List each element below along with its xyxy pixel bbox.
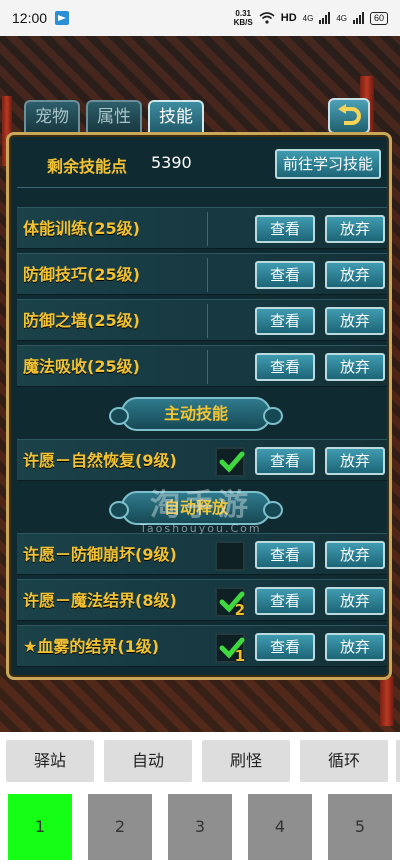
skill-checkbox[interactable]	[215, 541, 245, 571]
tab-attributes[interactable]: 属性	[86, 100, 142, 134]
abandon-button[interactable]: 放弃	[325, 447, 385, 475]
bottom-controls: 驿站 自动 刷怪 循环 1 2 3 4 5	[0, 732, 400, 866]
abandon-button[interactable]: 放弃	[325, 633, 385, 661]
view-button[interactable]: 查看	[255, 353, 315, 381]
skill-checkbox[interactable]: 1	[215, 633, 245, 665]
status-bar: 12:00 0.31 KB/S HD 4G 4G 60	[0, 0, 400, 36]
divider	[207, 304, 208, 338]
abandon-button[interactable]: 放弃	[325, 261, 385, 289]
skill-name: 许愿－魔法结界(8级)	[23, 591, 177, 610]
active-skills-banner: 主动技能	[109, 397, 283, 431]
skill-name: 许愿－防御崩坏(9级)	[23, 545, 177, 564]
loop-button[interactable]: 循环	[300, 740, 388, 782]
abandon-button[interactable]: 放弃	[325, 215, 385, 243]
slot-3[interactable]: 3	[168, 794, 232, 860]
pillar-decoration	[380, 676, 394, 726]
more-button-partial[interactable]	[396, 740, 400, 782]
skill-row: 体能训练(25级) 查看 放弃	[17, 207, 387, 249]
slot-1[interactable]: 1	[8, 794, 72, 860]
skill-points-row: 剩余技能点 5390 前往学习技能	[17, 141, 387, 185]
skill-row: 魔法吸收(25级) 查看 放弃	[17, 345, 387, 387]
slot-4[interactable]: 4	[248, 794, 312, 860]
view-button[interactable]: 查看	[255, 261, 315, 289]
view-button[interactable]: 查看	[255, 447, 315, 475]
slot-5[interactable]: 5	[328, 794, 392, 860]
skill-name: ★血雾的结界(1级)	[23, 637, 160, 656]
signal-4g-label-2: 4G	[336, 13, 347, 23]
back-button[interactable]	[328, 98, 370, 134]
skill-checkbox[interactable]	[215, 447, 245, 477]
station-button[interactable]: 驿站	[6, 740, 94, 782]
view-button[interactable]: 查看	[255, 307, 315, 335]
learn-skills-button[interactable]: 前往学习技能	[275, 149, 381, 179]
skill-name: 许愿－自然恢复(9级)	[23, 451, 177, 470]
auto-button[interactable]: 自动	[104, 740, 192, 782]
skill-row: 许愿－魔法结界(8级) 2 查看 放弃	[17, 579, 387, 621]
farm-monsters-button[interactable]: 刷怪	[202, 740, 290, 782]
view-button[interactable]: 查看	[255, 541, 315, 569]
clock: 12:00	[12, 10, 48, 26]
status-icons: 0.31 KB/S HD 4G 4G 60	[234, 9, 388, 27]
skill-checkbox[interactable]: 2	[215, 587, 245, 619]
skill-row: ★血雾的结界(1级) 1 查看 放弃	[17, 625, 387, 667]
view-button[interactable]: 查看	[255, 215, 315, 243]
tab-pet[interactable]: 宠物	[24, 100, 80, 134]
divider	[207, 258, 208, 292]
watermark-url: Taoshouyou.Com	[140, 522, 262, 535]
signal-icon	[319, 12, 331, 24]
abandon-button[interactable]: 放弃	[325, 541, 385, 569]
priority-badge: 2	[234, 601, 245, 619]
watermark-logo: 淘手游	[150, 488, 252, 523]
divider	[207, 212, 208, 246]
skill-row: 防御之墙(25级) 查看 放弃	[17, 299, 387, 341]
checkmark-icon	[219, 451, 245, 473]
return-arrow-icon	[338, 104, 361, 125]
skill-name: 防御技巧(25级)	[23, 265, 140, 284]
priority-badge: 1	[234, 647, 245, 665]
abandon-button[interactable]: 放弃	[325, 353, 385, 381]
skill-row: 许愿－自然恢复(9级) 查看 放弃	[17, 439, 387, 481]
skill-name: 魔法吸收(25级)	[23, 357, 140, 376]
hd-label: HD	[280, 12, 297, 24]
slot-2[interactable]: 2	[88, 794, 152, 860]
skill-name: 体能训练(25级)	[23, 219, 140, 238]
skill-row: 许愿－防御崩坏(9级) 查看 放弃	[17, 533, 387, 575]
telegram-icon	[55, 11, 70, 25]
skills-panel: 剩余技能点 5390 前往学习技能 体能训练(25级) 查看 放弃 防御技巧(2…	[6, 132, 392, 680]
view-button[interactable]: 查看	[255, 587, 315, 615]
abandon-button[interactable]: 放弃	[325, 307, 385, 335]
view-button[interactable]: 查看	[255, 633, 315, 661]
divider	[207, 350, 208, 384]
battery-icon: 60	[369, 11, 388, 25]
divider	[17, 187, 387, 188]
skill-name: 防御之墙(25级)	[23, 311, 140, 330]
net-speed: 0.31 KB/S	[233, 9, 253, 27]
skill-points-label: 剩余技能点	[47, 157, 128, 176]
skill-points-value: 5390	[151, 153, 192, 172]
wifi-icon	[259, 12, 275, 24]
signal-icon-2	[352, 12, 364, 24]
signal-4g-label: 4G	[302, 13, 314, 23]
skill-row: 防御技巧(25级) 查看 放弃	[17, 253, 387, 295]
tab-skills[interactable]: 技能	[148, 100, 204, 134]
abandon-button[interactable]: 放弃	[325, 587, 385, 615]
